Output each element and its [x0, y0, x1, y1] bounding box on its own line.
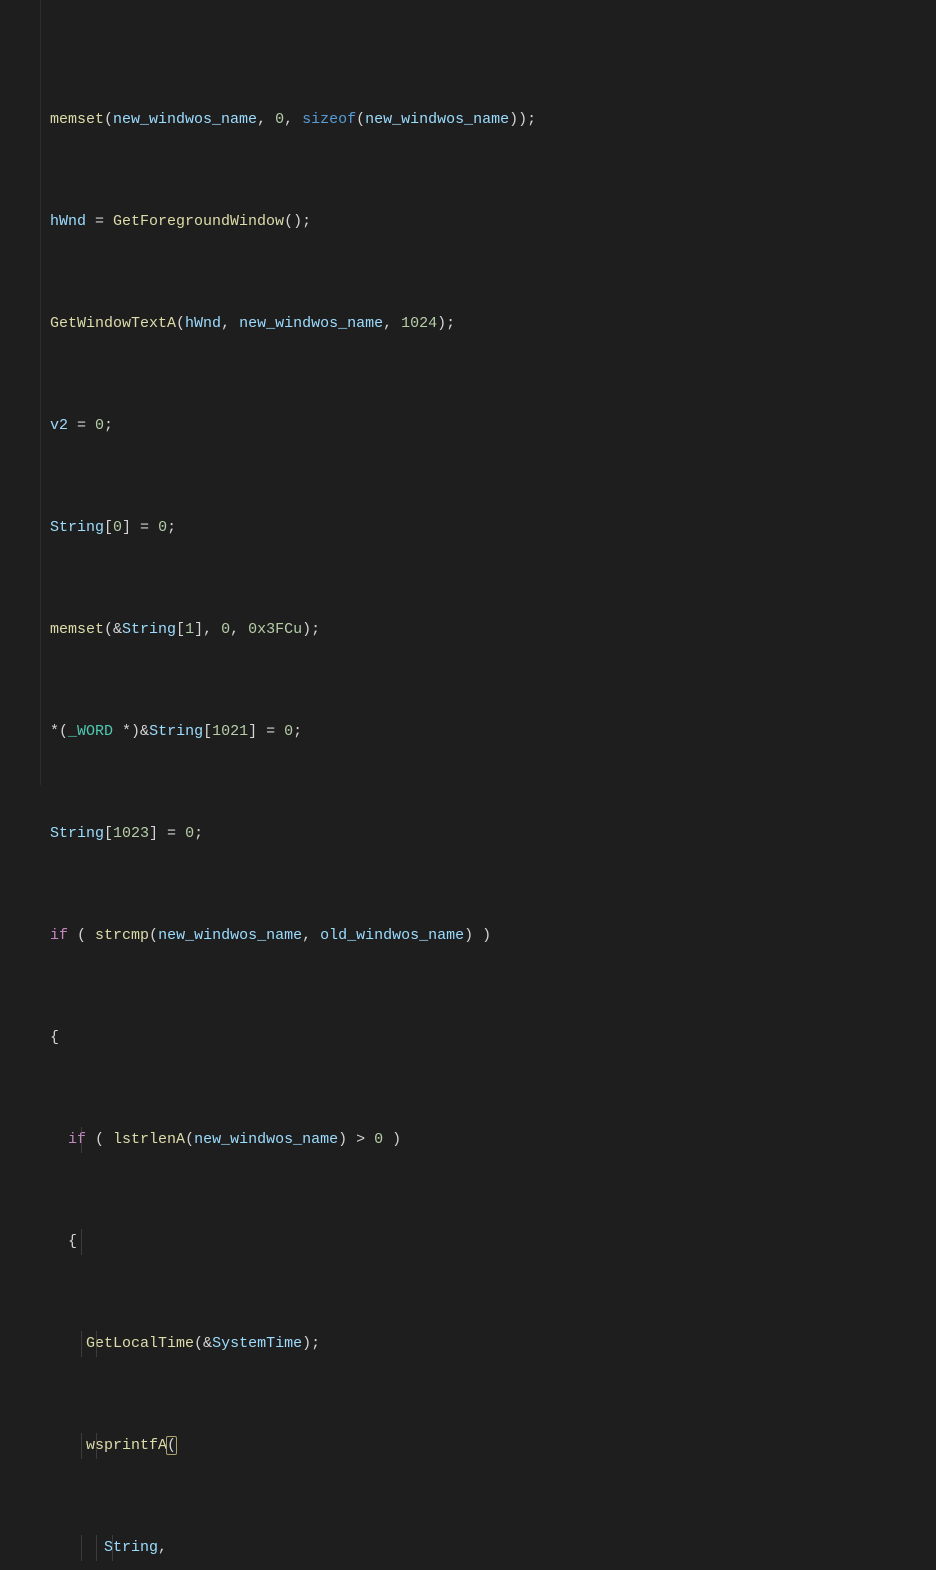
function-call: lstrlenA [113, 1131, 185, 1148]
code-line: { [0, 1229, 936, 1255]
function-call: strcmp [95, 927, 149, 944]
indent-guide [96, 1331, 97, 1357]
code-line: wsprintfA( [0, 1433, 936, 1459]
code-line: if ( lstrlenA(new_windwos_name) > 0 ) [0, 1127, 936, 1153]
number: 0x3FCu [248, 621, 302, 638]
code-line: String, [0, 1535, 936, 1561]
number: 0 [95, 417, 104, 434]
function-call: memset [50, 621, 104, 638]
number: 0 [275, 111, 284, 128]
indent-guide [112, 1535, 113, 1561]
function-call: GetForegroundWindow [113, 213, 284, 230]
indent-guide [81, 1331, 82, 1357]
code-line: hWnd = GetForegroundWindow(); [0, 209, 936, 235]
number: 1 [185, 621, 194, 638]
number: 0 [221, 621, 230, 638]
number: 1023 [113, 825, 149, 842]
identifier: new_windwos_name [113, 111, 257, 128]
identifier: v2 [50, 417, 68, 434]
function-call: wsprintfA [86, 1437, 167, 1454]
function-call: GetWindowTextA [50, 315, 176, 332]
indent-guide [96, 1433, 97, 1459]
number: 0 [158, 519, 167, 536]
indent-guide [96, 1535, 97, 1561]
identifier: old_windwos_name [320, 927, 464, 944]
identifier: new_windwos_name [365, 111, 509, 128]
identifier: String [50, 519, 104, 536]
code-editor[interactable]: memset(new_windwos_name, 0, sizeof(new_w… [0, 0, 936, 785]
operator: * [50, 723, 59, 740]
keyword-if: if [50, 927, 68, 944]
identifier: new_windwos_name [158, 927, 302, 944]
identifier: String [50, 825, 104, 842]
code-line: if ( strcmp(new_windwos_name, old_windwo… [0, 923, 936, 949]
brace-open: { [50, 1029, 59, 1046]
function-call: memset [50, 111, 104, 128]
identifier: hWnd [185, 315, 221, 332]
bracket-highlight: ( [167, 1437, 176, 1454]
identifier: String [149, 723, 203, 740]
type: _WORD [68, 723, 113, 740]
identifier: new_windwos_name [239, 315, 383, 332]
number: 0 [374, 1131, 383, 1148]
number: 1021 [212, 723, 248, 740]
indent-guide [81, 1433, 82, 1459]
code-line: *(_WORD *)&String[1021] = 0; [0, 719, 936, 745]
brace-open: { [68, 1233, 77, 1250]
code-line: GetWindowTextA(hWnd, new_windwos_name, 1… [0, 311, 936, 337]
number: 0 [284, 723, 293, 740]
number: 0 [113, 519, 122, 536]
code-line: { [0, 1025, 936, 1051]
indent-guide [81, 1535, 82, 1561]
code-line: v2 = 0; [0, 413, 936, 439]
code-line: GetLocalTime(&SystemTime); [0, 1331, 936, 1357]
code-line: String[1023] = 0; [0, 821, 936, 847]
identifier: new_windwos_name [194, 1131, 338, 1148]
identifier: String [122, 621, 176, 638]
number: 0 [185, 825, 194, 842]
code-line: memset(new_windwos_name, 0, sizeof(new_w… [0, 107, 936, 133]
number: 1024 [401, 315, 437, 332]
function-call: GetLocalTime [86, 1335, 194, 1352]
keyword: sizeof [302, 111, 356, 128]
code-line: memset(&String[1], 0, 0x3FCu); [0, 617, 936, 643]
code-line: String[0] = 0; [0, 515, 936, 541]
indent-guide [81, 1127, 82, 1153]
indent-guide [81, 1229, 82, 1255]
keyword-if: if [68, 1131, 86, 1148]
identifier: hWnd [50, 213, 86, 230]
identifier: SystemTime [212, 1335, 302, 1352]
